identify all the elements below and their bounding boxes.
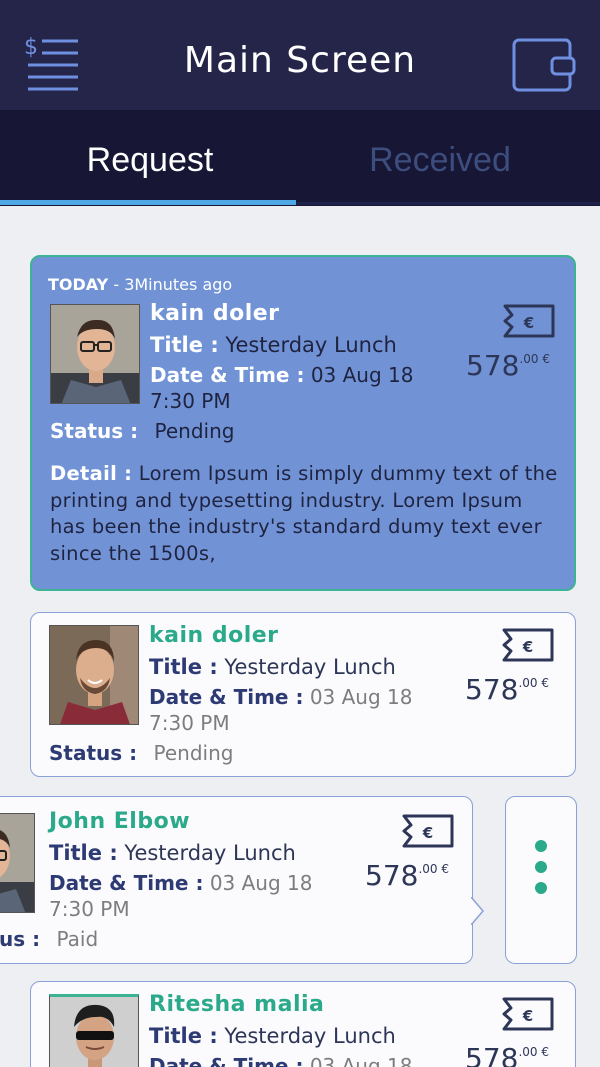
status-row: Status : Pending	[50, 419, 234, 443]
request-card[interactable]: TODAY - 3Minutes ago kain doler Title : …	[30, 255, 576, 591]
svg-text:€: €	[522, 638, 533, 656]
more-actions-button[interactable]	[505, 796, 577, 964]
datetime-row: Date & Time : 03 Aug 18	[49, 871, 312, 895]
status-value: Pending	[153, 741, 234, 765]
wallet-icon[interactable]	[510, 34, 578, 92]
euro-ticket-icon: €	[502, 997, 554, 1031]
tab-bar: Request Received	[0, 110, 600, 206]
pointer-arrow	[471, 897, 484, 925]
status-label: Status :	[49, 741, 138, 765]
amount-fraction: .00 €	[418, 862, 449, 876]
date-value: 03 Aug 18	[309, 685, 413, 709]
avatar	[0, 813, 35, 913]
requester-name: kain doler	[149, 623, 279, 648]
title-label: Title :	[149, 655, 218, 679]
euro-ticket-icon: €	[502, 628, 554, 662]
datetime-label: Date & Time :	[149, 685, 304, 709]
amount-fraction: .00 €	[519, 352, 550, 366]
svg-text:€: €	[422, 824, 433, 842]
detail-text: Detail : Lorem Ipsum is simply dummy tex…	[50, 461, 560, 567]
active-tab-indicator	[0, 200, 296, 205]
tab-request[interactable]: Request	[0, 110, 300, 206]
title-row: Title : Yesterday Lunch	[49, 841, 296, 865]
title-row: Title : Yesterday Lunch	[149, 655, 396, 679]
app-header: $ Main Screen	[0, 0, 600, 110]
amount-main: 578	[465, 1042, 519, 1067]
tab-track	[296, 202, 600, 205]
status-row: Status : Pending	[49, 741, 233, 765]
svg-text:€: €	[522, 1007, 533, 1025]
svg-text:€: €	[523, 314, 534, 332]
time-value: 7:30 PM	[149, 711, 230, 735]
amount-main: 578	[466, 349, 520, 382]
datetime-row: Date & Time : 03 Aug 18	[150, 363, 413, 387]
avatar	[49, 625, 139, 725]
request-card[interactable]: kain doler Title : Yesterday Lunch Date …	[30, 612, 576, 777]
euro-ticket-icon: €	[503, 304, 555, 338]
vertical-dots-icon	[535, 840, 547, 852]
vertical-dots-icon	[535, 861, 547, 873]
title-row: Title : Yesterday Lunch	[150, 333, 397, 357]
avatar	[50, 304, 140, 404]
status-value: Paid	[56, 927, 99, 951]
datetime-label: Date & Time :	[49, 871, 204, 895]
time-value: 7:30 PM	[49, 897, 130, 921]
title-value: Yesterday Lunch	[224, 1024, 396, 1048]
datetime-label: Date & Time :	[149, 1054, 304, 1067]
title-label: Title :	[49, 841, 118, 865]
title-row: Title : Yesterday Lunch	[149, 1024, 396, 1048]
card-timestamp: TODAY - 3Minutes ago	[48, 275, 233, 294]
status-row: us : Paid	[0, 927, 98, 951]
status-label: us :	[0, 927, 41, 951]
datetime-row: Date & Time : 03 Aug 18	[149, 1054, 412, 1067]
datetime-row: Date & Time : 03 Aug 18	[149, 685, 412, 709]
time-ago: 3Minutes ago	[124, 275, 233, 294]
title-value: Yesterday Lunch	[124, 841, 296, 865]
today-label: TODAY	[48, 275, 109, 294]
title-label: Title :	[149, 1024, 218, 1048]
amount: 578.00 €	[465, 1042, 549, 1067]
detail-label: Detail :	[50, 462, 133, 485]
date-value: 03 Aug 18	[310, 363, 414, 387]
requester-name: John Elbow	[49, 809, 191, 834]
requester-name: kain doler	[150, 301, 280, 326]
vertical-dots-icon	[535, 882, 547, 894]
title-value: Yesterday Lunch	[224, 655, 396, 679]
avatar	[49, 994, 139, 1067]
requester-name: Ritesha malia	[149, 992, 325, 1017]
amount: 578.00 €	[466, 349, 550, 382]
title-label: Title :	[150, 333, 219, 357]
date-value: 03 Aug 18	[209, 871, 313, 895]
amount: 578.00 €	[465, 673, 549, 706]
datetime-label: Date & Time :	[150, 363, 305, 387]
date-value: 03 Aug 18	[309, 1054, 413, 1067]
status-label: Status :	[50, 419, 139, 443]
title-value: Yesterday Lunch	[225, 333, 397, 357]
amount-main: 578	[365, 859, 419, 892]
time-value: 7:30 PM	[150, 389, 231, 413]
euro-ticket-icon: €	[402, 814, 454, 848]
status-value: Pending	[154, 419, 235, 443]
amount-fraction: .00 €	[518, 1045, 549, 1059]
tab-received[interactable]: Received	[290, 110, 590, 206]
amount-fraction: .00 €	[518, 676, 549, 690]
amount: 578.00 €	[365, 859, 449, 892]
request-card[interactable]: Ritesha malia Title : Yesterday Lunch Da…	[30, 981, 576, 1067]
amount-main: 578	[465, 673, 519, 706]
request-card[interactable]: John Elbow Title : Yesterday Lunch Date …	[0, 796, 484, 964]
